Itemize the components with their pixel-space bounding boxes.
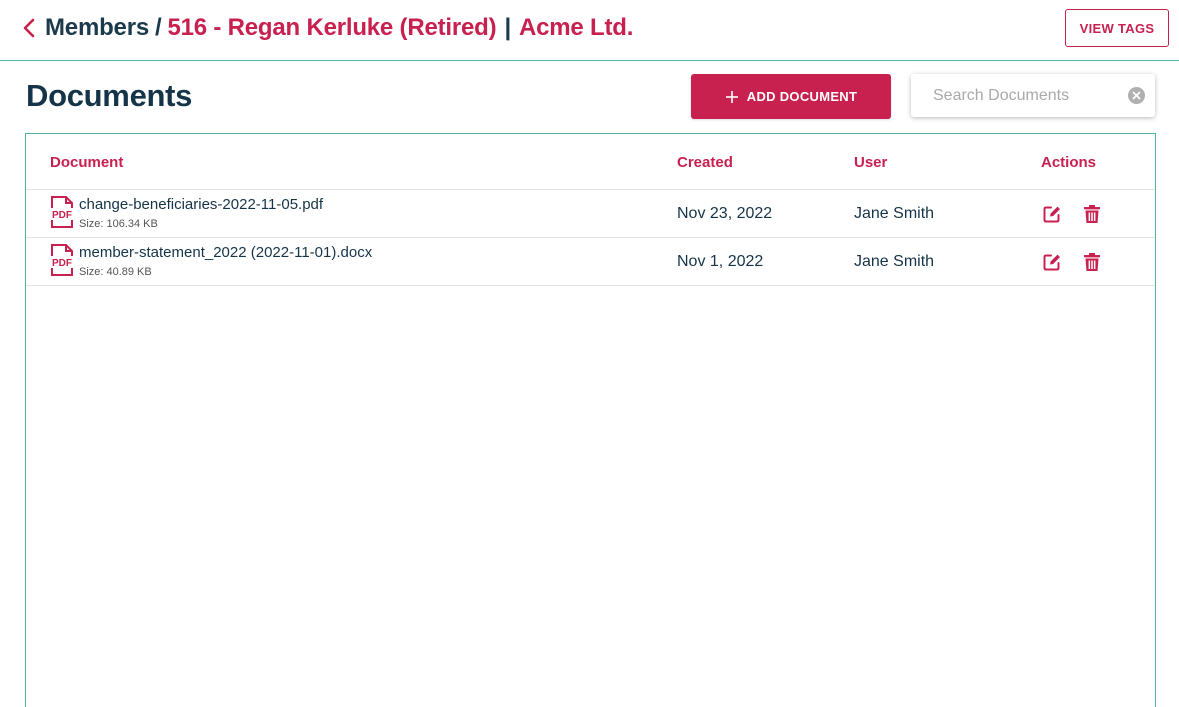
size-value: 106.34 KB — [106, 218, 158, 230]
document-size: Size: 106.34 KB — [79, 218, 158, 230]
trash-icon[interactable] — [1082, 252, 1102, 272]
table-header: Document Created User Actions — [26, 134, 1155, 190]
breadcrumb-separator: / — [154, 14, 162, 41]
search-input[interactable] — [933, 74, 1123, 117]
column-header-actions: Actions — [1041, 154, 1097, 171]
plus-icon — [725, 90, 738, 103]
top-bar: Members/516 - Regan Kerluke (Retired) | Ac… — [0, 0, 1179, 61]
add-document-button[interactable]: ADD DOCUMENT — [691, 74, 891, 119]
created-date: Nov 23, 2022 — [677, 205, 773, 222]
user-name: Jane Smith — [854, 205, 935, 222]
column-header-user[interactable]: User — [854, 154, 887, 171]
breadcrumb-members-link[interactable]: Members — [45, 14, 149, 41]
view-tags-button[interactable]: VIEW TAGS — [1065, 9, 1169, 47]
pdf-file-icon: PDF — [50, 244, 74, 276]
documents-table: Document Created User Actions PDF change… — [25, 133, 1156, 707]
breadcrumb-member-name: 516 - Regan Kerluke (Retired) — [167, 14, 497, 41]
edit-icon[interactable] — [1042, 204, 1062, 224]
size-label: Size: — [79, 218, 104, 230]
user-name: Jane Smith — [854, 253, 935, 270]
chevron-left-icon[interactable] — [20, 17, 40, 39]
search-box — [911, 74, 1155, 117]
column-header-created[interactable]: Created — [677, 154, 733, 171]
document-size: Size: 40.89 KB — [79, 266, 152, 278]
document-name[interactable]: member-statement_2022 (2022-11-01).docx — [79, 244, 372, 261]
breadcrumb-org-name: Acme Ltd. — [518, 14, 634, 41]
breadcrumb: Members/516 - Regan Kerluke (Retired) | Ac… — [45, 14, 633, 42]
add-document-label: ADD DOCUMENT — [746, 89, 858, 104]
clear-circle-icon[interactable] — [1128, 87, 1145, 104]
column-header-document[interactable]: Document — [50, 154, 123, 171]
created-date: Nov 1, 2022 — [677, 253, 764, 270]
pdf-icon-text: PDF — [52, 258, 72, 269]
edit-icon[interactable] — [1042, 252, 1062, 272]
size-value: 40.89 KB — [106, 266, 152, 278]
table-row: PDF change-beneficiaries-2022-11-05.pdf … — [26, 190, 1155, 238]
document-name[interactable]: change-beneficiaries-2022-11-05.pdf — [79, 196, 323, 213]
table-row: PDF member-statement_2022 (2022-11-01).d… — [26, 238, 1155, 286]
pdf-file-icon: PDF — [50, 196, 74, 228]
breadcrumb-divider: | — [504, 14, 511, 41]
trash-icon[interactable] — [1082, 204, 1102, 224]
size-label: Size: — [79, 266, 104, 278]
page-title: Documents — [26, 78, 193, 113]
pdf-icon-text: PDF — [52, 210, 72, 221]
